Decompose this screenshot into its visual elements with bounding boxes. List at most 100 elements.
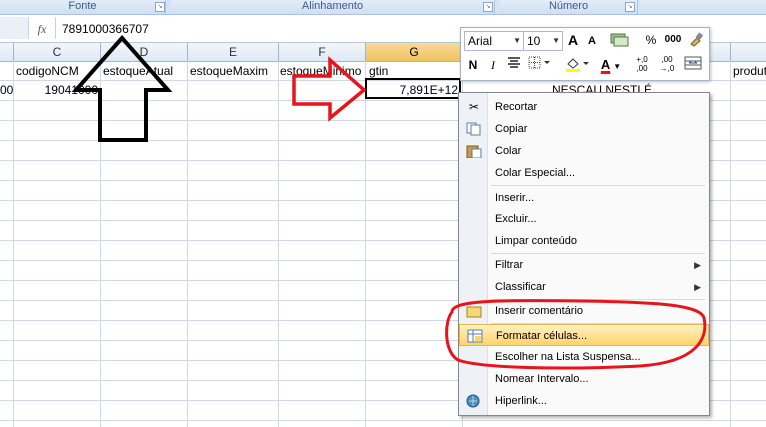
grid-line bbox=[13, 61, 14, 427]
ribbon-group-next bbox=[640, 0, 766, 14]
format-cells-icon bbox=[467, 329, 483, 343]
column-header-f[interactable]: F bbox=[279, 43, 366, 61]
menu-item-nomear-intervalo[interactable]: Nomear Intervalo... bbox=[459, 368, 709, 390]
ribbon-group-alinhamento: Alinhamento bbox=[171, 0, 495, 14]
cell-c-value[interactable]: 19041000 bbox=[16, 80, 98, 100]
fonte-launcher-icon[interactable]: ↘ bbox=[155, 2, 165, 12]
menu-item-label: Excluir... bbox=[495, 213, 537, 225]
paste-icon bbox=[466, 144, 482, 159]
cell-f-header[interactable]: estoqueMinimo bbox=[280, 61, 365, 81]
format-painter-button[interactable] bbox=[687, 31, 705, 49]
alinhamento-launcher-icon[interactable]: ↘ bbox=[483, 2, 493, 12]
ribbon-group-label: Número bbox=[548, 0, 589, 12]
column-header-i[interactable] bbox=[731, 43, 766, 61]
percent-button[interactable]: % bbox=[643, 31, 659, 49]
column-header-e[interactable]: E bbox=[188, 43, 279, 61]
fill-color-button[interactable] bbox=[563, 56, 591, 74]
merge-icon bbox=[684, 56, 702, 70]
cell-product-header[interactable]: produt bbox=[733, 61, 766, 81]
menu-item-hiperlink[interactable]: Hiperlink... bbox=[459, 390, 709, 412]
formula-input[interactable]: 7891000366707 bbox=[62, 20, 149, 38]
currency-icon bbox=[610, 33, 629, 47]
column-header-h-edge[interactable] bbox=[709, 43, 731, 61]
font-name-value: Arial bbox=[468, 34, 493, 48]
border-icon bbox=[528, 56, 550, 69]
ribbon-group-label: Fonte bbox=[68, 0, 97, 12]
column-header-g[interactable]: G bbox=[366, 43, 463, 61]
font-size-select[interactable]: 10 ▼ bbox=[523, 31, 563, 51]
comment-icon bbox=[466, 304, 482, 318]
menu-item-label: Recortar bbox=[495, 101, 538, 113]
menu-separator bbox=[491, 185, 705, 186]
grid-line bbox=[278, 61, 279, 427]
ribbon-group-label: Alinhamento bbox=[301, 0, 364, 12]
menu-item-label: Classificar bbox=[495, 281, 546, 293]
cell-b-value[interactable]: 00 bbox=[0, 80, 13, 100]
chevron-down-icon: ▼ bbox=[552, 36, 560, 45]
decrease-decimal-button[interactable]: ,00 →,0 bbox=[656, 55, 678, 73]
menu-item-label: Limpar conteúdo bbox=[495, 235, 577, 247]
menu-item-inserir[interactable]: Inserir... bbox=[459, 187, 709, 209]
column-header-d[interactable]: D bbox=[101, 43, 188, 61]
menu-item-label: Inserir comentário bbox=[495, 305, 584, 317]
thousands-separator-button[interactable]: 000 bbox=[662, 31, 684, 49]
grid-line bbox=[0, 420, 766, 421]
menu-item-label: Copiar bbox=[495, 123, 528, 135]
fill-bucket-icon bbox=[566, 58, 589, 72]
grid-line bbox=[100, 61, 101, 427]
cell-g-value[interactable]: 7,891E+12 bbox=[368, 80, 458, 100]
cell-e-header[interactable]: estoqueMaxim bbox=[190, 61, 278, 81]
cell-d-header[interactable]: estoqueAtual bbox=[103, 61, 187, 81]
menu-item-copiar[interactable]: Copiar bbox=[459, 118, 709, 140]
increase-decimal-button[interactable]: +,0 ,00 bbox=[631, 55, 653, 73]
menu-item-label: Hiperlink... bbox=[495, 395, 547, 407]
shrink-font-button[interactable]: A bbox=[585, 32, 599, 50]
grid-line bbox=[730, 61, 731, 427]
menu-item-colar-especial[interactable]: Colar Especial... bbox=[459, 162, 709, 184]
hyperlink-icon bbox=[466, 394, 482, 408]
bold-button[interactable]: N bbox=[464, 56, 482, 74]
menu-item-label: Colar bbox=[495, 145, 522, 157]
scissors-icon: ✂ bbox=[468, 100, 480, 114]
ribbon-group-fonte: Fonte bbox=[0, 0, 166, 14]
font-color-button[interactable]: A ▼ bbox=[597, 56, 625, 74]
menu-item-label: Formatar células... bbox=[496, 330, 588, 342]
submenu-arrow-icon: ▶ bbox=[694, 282, 701, 292]
font-size-value: 10 bbox=[527, 34, 541, 48]
context-menu: ✂ Recortar Copiar Colar Colar Especial...… bbox=[458, 92, 710, 416]
menu-item-limpar-conteudo[interactable]: Limpar conteúdo bbox=[459, 230, 709, 252]
menu-item-colar[interactable]: Colar bbox=[459, 140, 709, 162]
menu-item-label: Filtrar bbox=[495, 259, 524, 271]
cell-c-header[interactable]: codigoNCM bbox=[16, 61, 100, 81]
grid-line bbox=[365, 61, 366, 427]
font-color-letter: A bbox=[600, 57, 611, 72]
align-center-icon bbox=[508, 57, 520, 68]
paintbrush-icon bbox=[690, 32, 704, 47]
mini-toolbar: Arial ▼ 10 ▼ A A % 000 N I A ▼ +,0 ,00 ,00 … bbox=[460, 27, 710, 81]
menu-item-label: Escolher na Lista Suspensa... bbox=[495, 351, 641, 363]
menu-item-classificar[interactable]: Classificar ▶ bbox=[459, 276, 709, 298]
submenu-arrow-icon: ▶ bbox=[694, 260, 701, 270]
ribbon-group-bar: Fonte ↘ Alinhamento ↘ Número ↘ bbox=[0, 0, 766, 15]
accounting-format-button[interactable] bbox=[607, 31, 631, 49]
name-box[interactable] bbox=[0, 17, 29, 39]
menu-item-recortar[interactable]: ✂ Recortar bbox=[459, 96, 709, 118]
menu-item-filtrar[interactable]: Filtrar ▶ bbox=[459, 254, 709, 276]
grow-font-button[interactable]: A bbox=[565, 31, 581, 49]
menu-item-label: Inserir... bbox=[495, 192, 535, 204]
chevron-down-icon: ▼ bbox=[613, 62, 622, 71]
borders-button[interactable] bbox=[527, 56, 553, 74]
font-name-select[interactable]: Arial ▼ bbox=[464, 31, 524, 51]
italic-button[interactable]: I bbox=[485, 56, 501, 74]
menu-item-escolher-lista[interactable]: Escolher na Lista Suspensa... bbox=[459, 346, 709, 368]
column-header-c[interactable]: C bbox=[14, 43, 101, 61]
insert-function-icon[interactable]: fx bbox=[32, 20, 52, 38]
formula-separator bbox=[55, 17, 56, 39]
center-align-button[interactable] bbox=[505, 56, 523, 74]
column-header-b[interactable] bbox=[0, 43, 14, 61]
menu-item-excluir[interactable]: Excluir... bbox=[459, 208, 709, 230]
numero-launcher-icon[interactable]: ↘ bbox=[625, 2, 635, 12]
merge-cells-button[interactable] bbox=[683, 56, 703, 74]
menu-item-inserir-comentario[interactable]: Inserir comentário bbox=[459, 300, 709, 322]
menu-item-formatar-celulas[interactable]: Formatar células... bbox=[459, 324, 709, 346]
